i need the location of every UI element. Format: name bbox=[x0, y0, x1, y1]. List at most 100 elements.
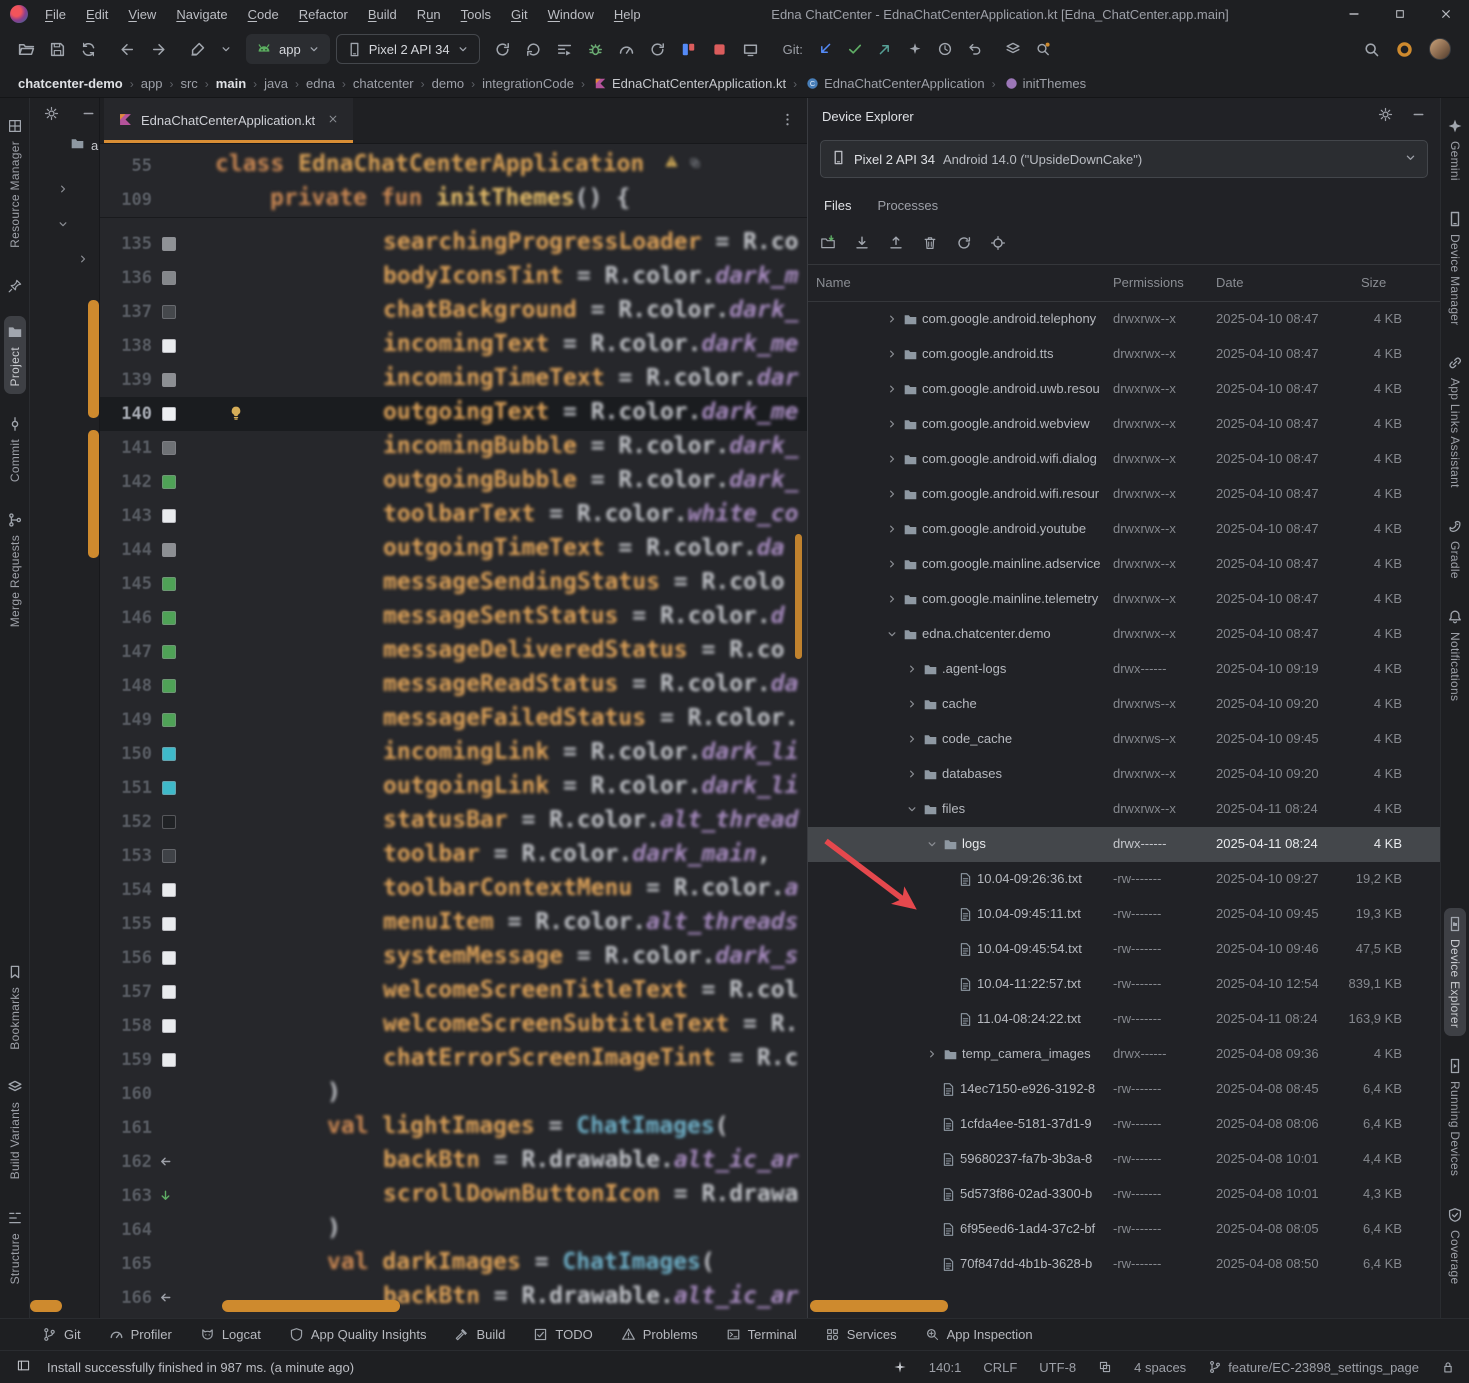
color-swatch-icon[interactable] bbox=[162, 543, 176, 557]
menu-git[interactable]: Git bbox=[502, 5, 537, 24]
file-row-1cfda4ee-5181-37d1-9[interactable]: 1cfda4ee-5181-37d1-9-rw-------2025-04-08… bbox=[808, 1107, 1440, 1142]
file-row-dir-com-google-android-webview[interactable]: com.google.android.webviewdrwxrwx--x2025… bbox=[808, 407, 1440, 442]
file-row-dir-com-google-mainline-adservice[interactable]: com.google.mainline.adservicedrwxrwx--x2… bbox=[808, 547, 1440, 582]
chevron-down-icon[interactable] bbox=[906, 803, 918, 818]
delete-icon[interactable] bbox=[922, 235, 938, 251]
file-row-dir-cache[interactable]: cachedrwxrws--x2025-04-10 09:204 KB bbox=[808, 687, 1440, 722]
mirror-device-icon[interactable] bbox=[742, 41, 759, 58]
scrollbar-thumb[interactable] bbox=[30, 1300, 62, 1312]
file-row-5d573f86-02ad-3300-b[interactable]: 5d573f86-02ad-3300-b-rw-------2025-04-08… bbox=[808, 1177, 1440, 1212]
file-row-10-04-11-22-57-txt[interactable]: 10.04-11:22:57.txt-rw-------2025-04-10 1… bbox=[808, 967, 1440, 1002]
menu-navigate[interactable]: Navigate bbox=[167, 5, 236, 24]
chevron-right-icon[interactable] bbox=[906, 698, 918, 713]
toolwindow-coverage[interactable]: Coverage bbox=[1444, 1199, 1466, 1292]
chevron-right-icon[interactable] bbox=[906, 768, 918, 783]
color-swatch-icon[interactable] bbox=[162, 917, 176, 931]
file-row-59680237-fa7b-3b3a-8[interactable]: 59680237-fa7b-3b3a-8-rw-------2025-04-08… bbox=[808, 1142, 1440, 1177]
status-ai-assistant[interactable] bbox=[893, 1360, 907, 1374]
crumb-main[interactable]: main bbox=[214, 76, 248, 91]
chevron-right-icon[interactable] bbox=[886, 383, 898, 398]
file-row-dir-agent-logs[interactable]: .agent-logsdrwx------2025-04-10 09:194 K… bbox=[808, 652, 1440, 687]
menu-window[interactable]: Window bbox=[539, 5, 603, 24]
code-line-151[interactable]: 151outgoingLink = R.color.dark_li bbox=[100, 771, 807, 805]
code-line-161[interactable]: 161val lightImages = ChatImages( bbox=[100, 1111, 807, 1145]
code-line-153[interactable]: 153toolbar = R.color.dark_main, bbox=[100, 839, 807, 873]
toolwindow-structure[interactable]: Structure bbox=[4, 1202, 26, 1292]
code-line-138[interactable]: 138incomingText = R.color.dark_me bbox=[100, 329, 807, 363]
color-swatch-icon[interactable] bbox=[162, 815, 176, 829]
tab-close-icon[interactable] bbox=[327, 113, 339, 128]
code-line-109[interactable]: 109private fun initThemes() { bbox=[100, 183, 807, 217]
code-line-162[interactable]: 162backBtn = R.drawable.alt_ic_ar bbox=[100, 1145, 807, 1179]
toolwindow-profiler[interactable]: Profiler bbox=[109, 1327, 172, 1342]
code-line-143[interactable]: 143toolbarText = R.color.white_co bbox=[100, 499, 807, 533]
file-row-dir-databases[interactable]: databasesdrwxrwx--x2025-04-10 09:204 KB bbox=[808, 757, 1440, 792]
color-swatch-icon[interactable] bbox=[162, 985, 176, 999]
chevron-right-icon[interactable] bbox=[906, 663, 918, 678]
file-row-dir-logs[interactable]: logsdrwx------2025-04-11 08:244 KB bbox=[808, 827, 1440, 862]
code-line-166[interactable]: 166backBtn = R.drawable.alt_ic_ar bbox=[100, 1281, 807, 1315]
code-line-155[interactable]: 155menuItem = R.color.alt_threads bbox=[100, 907, 807, 941]
ui-designer-icon[interactable] bbox=[189, 41, 206, 58]
file-row-70f847dd-4b1b-3628-b[interactable]: 70f847dd-4b1b-3628-b-rw-------2025-04-08… bbox=[808, 1247, 1440, 1282]
color-swatch-icon[interactable] bbox=[162, 339, 176, 353]
menu-file[interactable]: File bbox=[36, 5, 75, 24]
code-line-137[interactable]: 137chatBackground = R.color.dark_ bbox=[100, 295, 807, 329]
device-explorer-gear-icon[interactable] bbox=[1378, 107, 1393, 125]
code-line-148[interactable]: 148messageReadStatus = R.color.da bbox=[100, 669, 807, 703]
crumb-ednachatcenterapplication-kt[interactable]: EdnaChatCenterApplication.kt bbox=[610, 76, 788, 91]
run-configuration-selector[interactable]: app bbox=[246, 34, 330, 64]
refresh-icon[interactable] bbox=[956, 235, 972, 251]
column-header-size[interactable]: Size bbox=[1361, 275, 1386, 290]
status-caret-position[interactable]: 140:1 bbox=[929, 1360, 962, 1375]
color-swatch-icon[interactable] bbox=[162, 237, 176, 251]
crumb-java[interactable]: java bbox=[262, 76, 290, 91]
code-line-150[interactable]: 150incomingLink = R.color.dark_li bbox=[100, 737, 807, 771]
menu-view[interactable]: View bbox=[119, 5, 165, 24]
color-swatch-icon[interactable] bbox=[162, 271, 176, 285]
editor-hscrollbar-thumb[interactable] bbox=[222, 1300, 400, 1312]
file-row-dir-com-google-android-wifi-resour[interactable]: com.google.android.wifi.resourdrwxrwx--x… bbox=[808, 477, 1440, 512]
code-line-135[interactable]: 135searchingProgressLoader = R.co bbox=[100, 227, 807, 261]
code-line-141[interactable]: 141incomingBubble = R.color.dark_ bbox=[100, 431, 807, 465]
code-line-152[interactable]: 152statusBar = R.color.alt_thread bbox=[100, 805, 807, 839]
editor-more-icon[interactable] bbox=[780, 112, 795, 130]
toolwindow-services[interactable]: Services bbox=[825, 1327, 897, 1342]
toolwindow-merge-requests[interactable]: Merge Requests bbox=[4, 504, 26, 635]
color-swatch-icon[interactable] bbox=[162, 1053, 176, 1067]
crumb-chatcenter[interactable]: chatcenter bbox=[351, 76, 416, 91]
code-line-55[interactable]: 55class EdnaChatCenterApplication bbox=[100, 149, 807, 183]
chevron-right-icon[interactable] bbox=[886, 558, 898, 573]
chevron-right-icon[interactable] bbox=[886, 313, 898, 328]
tab-files[interactable]: Files bbox=[824, 198, 851, 213]
crumb-demo[interactable]: demo bbox=[430, 76, 467, 91]
color-swatch-icon[interactable] bbox=[162, 407, 176, 421]
chevron-right-icon[interactable] bbox=[906, 733, 918, 748]
code-line-158[interactable]: 158welcomeScreenSubtitleText = R. bbox=[100, 1009, 807, 1043]
promo-donut-icon[interactable] bbox=[1396, 41, 1413, 58]
editor-tab[interactable]: EdnaChatCenterApplication.kt bbox=[104, 98, 353, 143]
code-line-147[interactable]: 147messageDeliveredStatus = R.co bbox=[100, 635, 807, 669]
goto-device-icon[interactable] bbox=[990, 235, 1006, 251]
file-row-dir-com-google-android-youtube[interactable]: com.google.android.youtubedrwxrwx--x2025… bbox=[808, 512, 1440, 547]
search-icon[interactable] bbox=[1363, 41, 1380, 58]
file-row-10-04-09-26-36-txt[interactable]: 10.04-09:26:36.txt-rw-------2025-04-10 0… bbox=[808, 862, 1440, 897]
color-swatch-icon[interactable] bbox=[162, 883, 176, 897]
project-tree-app-node[interactable]: app bbox=[70, 136, 100, 154]
toolwindow-build[interactable]: Build bbox=[454, 1327, 505, 1342]
color-swatch-icon[interactable] bbox=[162, 679, 176, 693]
tree-chevron-icon[interactable] bbox=[77, 253, 89, 268]
code-line-154[interactable]: 154toolbarContextMenu = R.color.a bbox=[100, 873, 807, 907]
chevron-right-icon[interactable] bbox=[886, 348, 898, 363]
menu-tools[interactable]: Tools bbox=[452, 5, 500, 24]
color-swatch-icon[interactable] bbox=[162, 1019, 176, 1033]
device-dropdown[interactable]: Pixel 2 API 34 Android 14.0 ("UpsideDown… bbox=[820, 140, 1428, 178]
menu-help[interactable]: Help bbox=[605, 5, 650, 24]
menu-build[interactable]: Build bbox=[359, 5, 406, 24]
chevron-right-icon[interactable] bbox=[886, 453, 898, 468]
file-row-10-04-09-45-11-txt[interactable]: 10.04-09:45:11.txt-rw-------2025-04-10 0… bbox=[808, 897, 1440, 932]
open-project-icon[interactable] bbox=[18, 41, 35, 58]
toolwindow-gemini[interactable]: Gemini bbox=[1444, 110, 1466, 189]
chevron-right-icon[interactable] bbox=[926, 1048, 938, 1063]
color-swatch-icon[interactable] bbox=[162, 305, 176, 319]
